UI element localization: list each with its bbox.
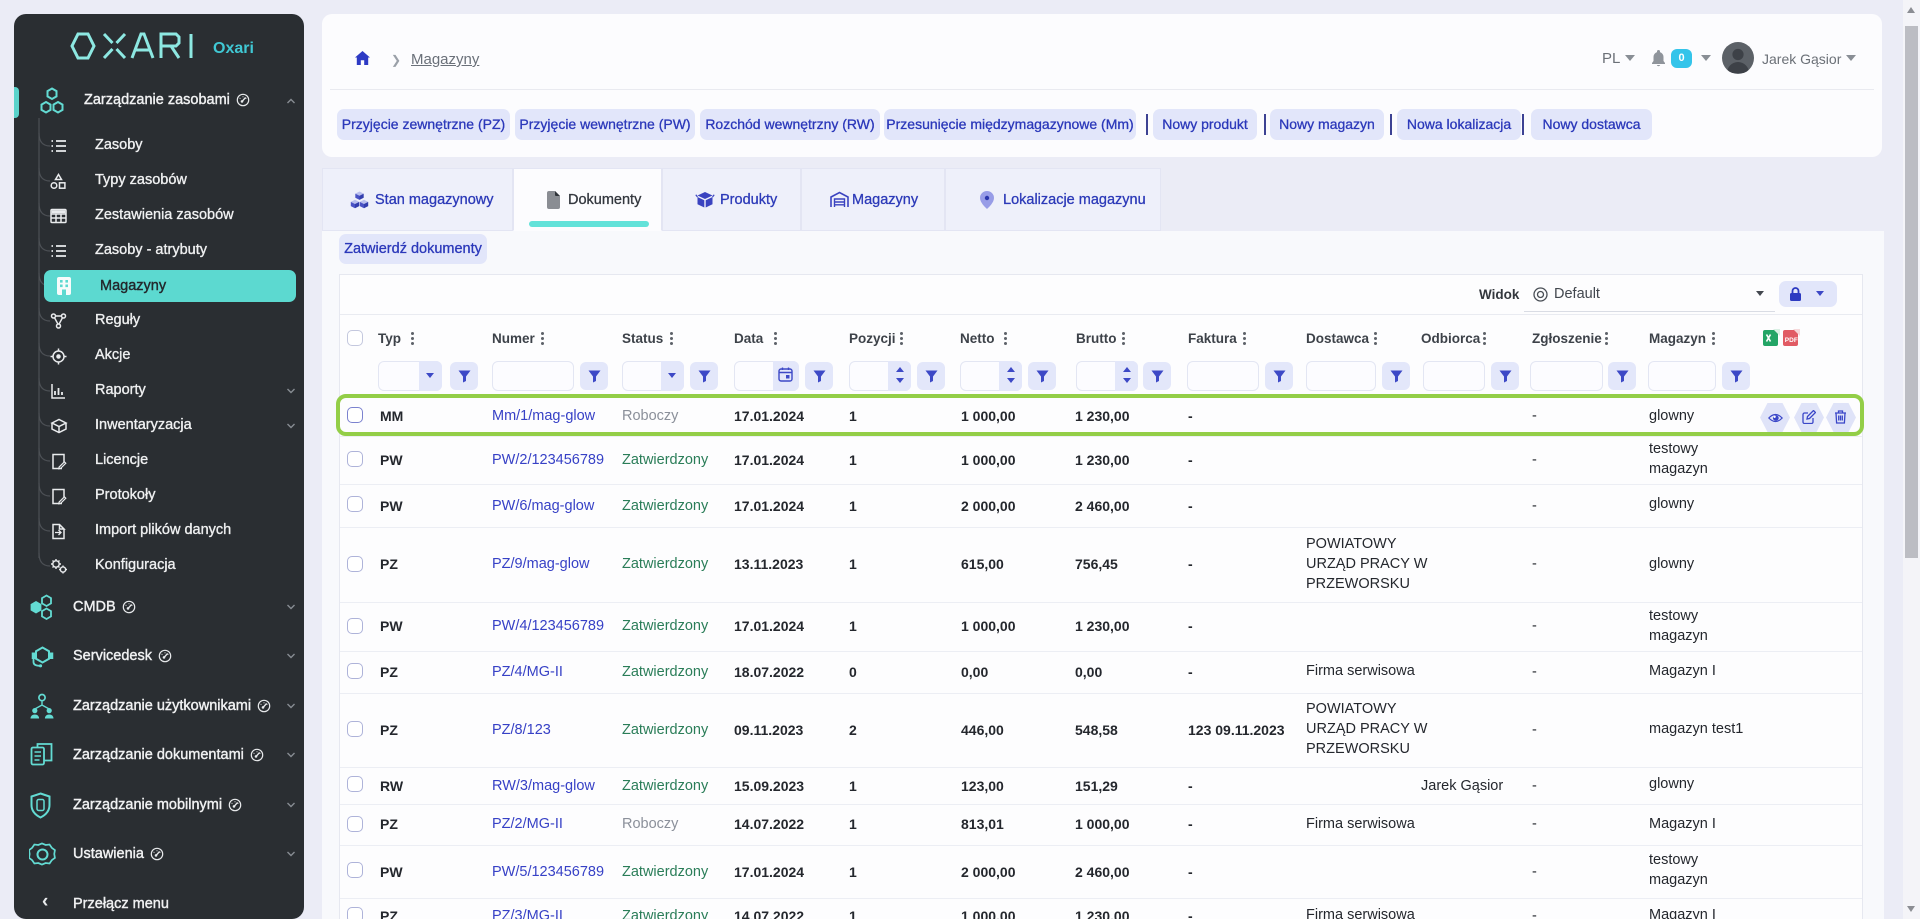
svg-text:PDF: PDF xyxy=(1785,337,1798,344)
